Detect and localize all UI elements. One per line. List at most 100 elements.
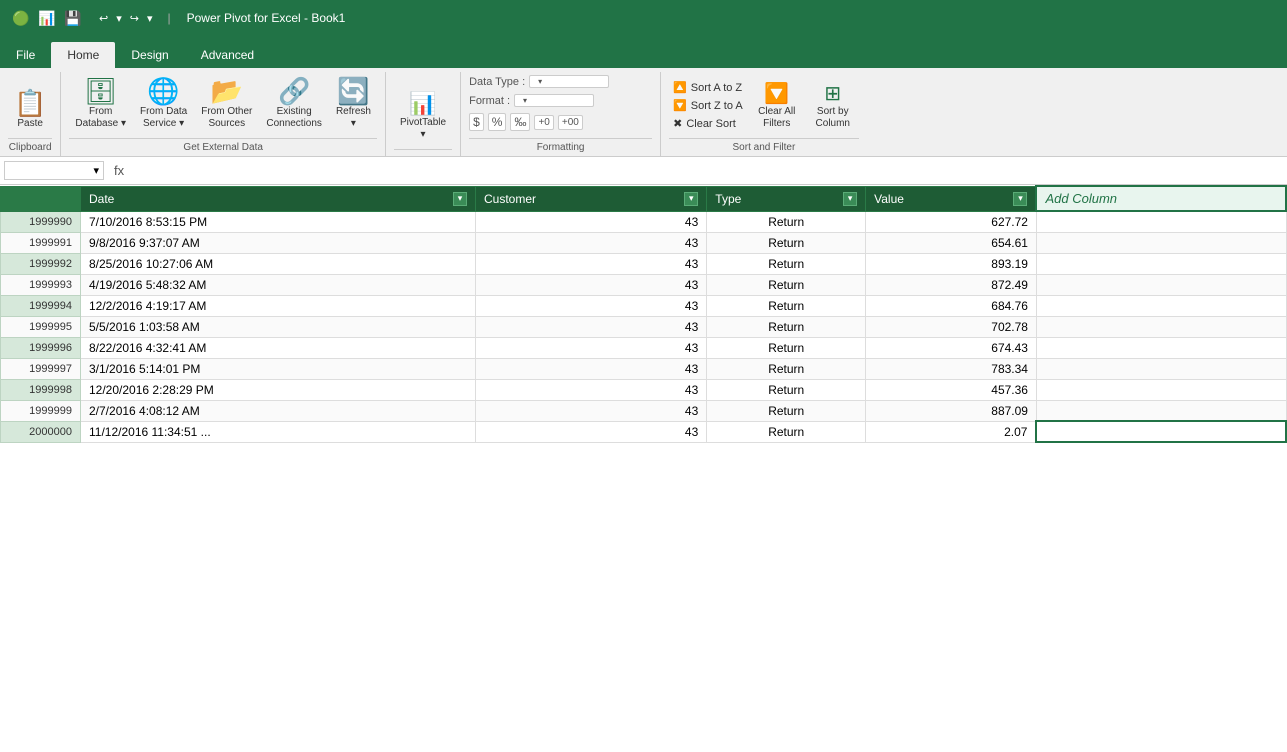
currency-button[interactable]: $	[469, 113, 484, 131]
decrease-decimal-button[interactable]: +00	[558, 115, 583, 130]
customer-cell[interactable]: 43	[475, 295, 706, 316]
row-id-cell: 1999991	[1, 232, 81, 253]
main-content: Date ▾ Customer ▾ Type ▾	[0, 185, 1287, 752]
type-cell[interactable]: Return	[707, 421, 866, 442]
customer-cell[interactable]: 43	[475, 421, 706, 442]
type-cell[interactable]: Return	[707, 211, 866, 232]
date-cell[interactable]: 2/7/2016 4:08:12 AM	[81, 400, 476, 421]
value-cell[interactable]: 457.36	[866, 379, 1037, 400]
undo-arrow[interactable]: ▾	[113, 10, 125, 27]
table-row: 1999993 4/19/2016 5:48:32 AM 43 Return 8…	[1, 274, 1287, 295]
type-cell[interactable]: Return	[707, 232, 866, 253]
value-cell[interactable]: 872.49	[866, 274, 1037, 295]
add-column-cell[interactable]	[1036, 337, 1286, 358]
customer-cell[interactable]: 43	[475, 232, 706, 253]
add-column-cell[interactable]	[1036, 316, 1286, 337]
existing-connections-button[interactable]: 🔗 ExistingConnections	[260, 76, 328, 132]
pivottable-button[interactable]: 📊 PivotTable▾	[394, 91, 452, 143]
clear-all-filters-button[interactable]: 🔽 Clear AllFilters	[749, 82, 805, 132]
value-cell[interactable]: 2.07	[866, 421, 1037, 442]
from-database-button[interactable]: 🗄 FromDatabase ▾	[69, 76, 132, 132]
header-value[interactable]: Value ▾	[866, 186, 1037, 211]
add-column-cell[interactable]	[1036, 358, 1286, 379]
value-cell[interactable]: 702.78	[866, 316, 1037, 337]
value-filter-button[interactable]: ▾	[1013, 192, 1027, 206]
header-customer[interactable]: Customer ▾	[475, 186, 706, 211]
header-type[interactable]: Type ▾	[707, 186, 866, 211]
save-icon[interactable]: 💾	[62, 7, 84, 29]
value-cell[interactable]: 893.19	[866, 253, 1037, 274]
add-column-cell[interactable]	[1036, 295, 1286, 316]
date-cell[interactable]: 8/25/2016 10:27:06 AM	[81, 253, 476, 274]
name-box[interactable]: ▾	[4, 161, 104, 180]
value-cell[interactable]: 674.43	[866, 337, 1037, 358]
type-cell[interactable]: Return	[707, 295, 866, 316]
customer-cell[interactable]: 43	[475, 253, 706, 274]
date-filter-button[interactable]: ▾	[453, 192, 467, 206]
tab-home[interactable]: Home	[51, 42, 115, 68]
date-cell[interactable]: 3/1/2016 5:14:01 PM	[81, 358, 476, 379]
data-type-dropdown[interactable]: ▾	[529, 75, 609, 88]
customer-cell[interactable]: 43	[475, 358, 706, 379]
customer-filter-button[interactable]: ▾	[684, 192, 698, 206]
value-cell[interactable]: 654.61	[866, 232, 1037, 253]
from-other-sources-button[interactable]: 📂 From OtherSources	[195, 76, 258, 132]
redo-arrow[interactable]: ▾	[144, 10, 156, 27]
sort-a-z-button[interactable]: 🔼 Sort A to Z	[669, 79, 747, 96]
format-dropdown[interactable]: ▾	[514, 94, 594, 107]
value-cell[interactable]: 684.76	[866, 295, 1037, 316]
tab-file[interactable]: File	[0, 42, 51, 68]
increase-decimal-button[interactable]: +0	[534, 115, 553, 130]
add-column-cell[interactable]	[1036, 232, 1286, 253]
date-cell[interactable]: 12/20/2016 2:28:29 PM	[81, 379, 476, 400]
customer-cell[interactable]: 43	[475, 316, 706, 337]
tab-advanced[interactable]: Advanced	[185, 42, 270, 68]
header-add-column[interactable]: Add Column	[1036, 186, 1286, 211]
formula-input[interactable]	[134, 164, 1283, 178]
type-cell[interactable]: Return	[707, 358, 866, 379]
add-column-label: Add Column	[1045, 191, 1117, 206]
type-cell[interactable]: Return	[707, 274, 866, 295]
from-other-sources-label: From OtherSources	[201, 106, 252, 130]
sort-z-a-button[interactable]: 🔽 Sort Z to A	[669, 97, 747, 114]
type-cell[interactable]: Return	[707, 253, 866, 274]
add-column-cell[interactable]	[1036, 211, 1286, 232]
thousands-button[interactable]: ‰	[510, 113, 530, 131]
redo-button[interactable]: ↪	[127, 10, 142, 27]
date-cell[interactable]: 4/19/2016 5:48:32 AM	[81, 274, 476, 295]
sort-filter-label: Sort and Filter	[669, 138, 859, 156]
add-column-cell[interactable]	[1036, 274, 1286, 295]
date-cell[interactable]: 9/8/2016 9:37:07 AM	[81, 232, 476, 253]
tab-design[interactable]: Design	[115, 42, 184, 68]
type-cell[interactable]: Return	[707, 337, 866, 358]
customer-cell[interactable]: 43	[475, 274, 706, 295]
date-cell[interactable]: 7/10/2016 8:53:15 PM	[81, 211, 476, 232]
add-column-cell[interactable]	[1036, 379, 1286, 400]
header-date[interactable]: Date ▾	[81, 186, 476, 211]
undo-button[interactable]: ↩	[96, 10, 111, 27]
add-column-cell[interactable]	[1036, 421, 1286, 442]
refresh-button[interactable]: 🔄 Refresh▾	[330, 76, 377, 132]
type-cell[interactable]: Return	[707, 316, 866, 337]
value-cell[interactable]: 887.09	[866, 400, 1037, 421]
paste-button[interactable]: 📋 Paste	[8, 88, 52, 132]
date-cell[interactable]: 8/22/2016 4:32:41 AM	[81, 337, 476, 358]
date-cell[interactable]: 12/2/2016 4:19:17 AM	[81, 295, 476, 316]
customer-cell[interactable]: 43	[475, 400, 706, 421]
customer-cell[interactable]: 43	[475, 211, 706, 232]
date-cell[interactable]: 5/5/2016 1:03:58 AM	[81, 316, 476, 337]
customer-cell[interactable]: 43	[475, 379, 706, 400]
date-cell[interactable]: 11/12/2016 11:34:51 ...	[81, 421, 476, 442]
add-column-cell[interactable]	[1036, 253, 1286, 274]
percent-button[interactable]: %	[488, 113, 507, 131]
type-cell[interactable]: Return	[707, 379, 866, 400]
value-cell[interactable]: 627.72	[866, 211, 1037, 232]
customer-cell[interactable]: 43	[475, 337, 706, 358]
from-data-service-button[interactable]: 🌐 From DataService ▾	[134, 76, 193, 132]
add-column-cell[interactable]	[1036, 400, 1286, 421]
type-filter-button[interactable]: ▾	[843, 192, 857, 206]
sort-by-column-button[interactable]: ⊞ Sort byColumn	[807, 82, 859, 132]
value-cell[interactable]: 783.34	[866, 358, 1037, 379]
clear-sort-button[interactable]: ✖ Clear Sort	[669, 115, 747, 132]
type-cell[interactable]: Return	[707, 400, 866, 421]
